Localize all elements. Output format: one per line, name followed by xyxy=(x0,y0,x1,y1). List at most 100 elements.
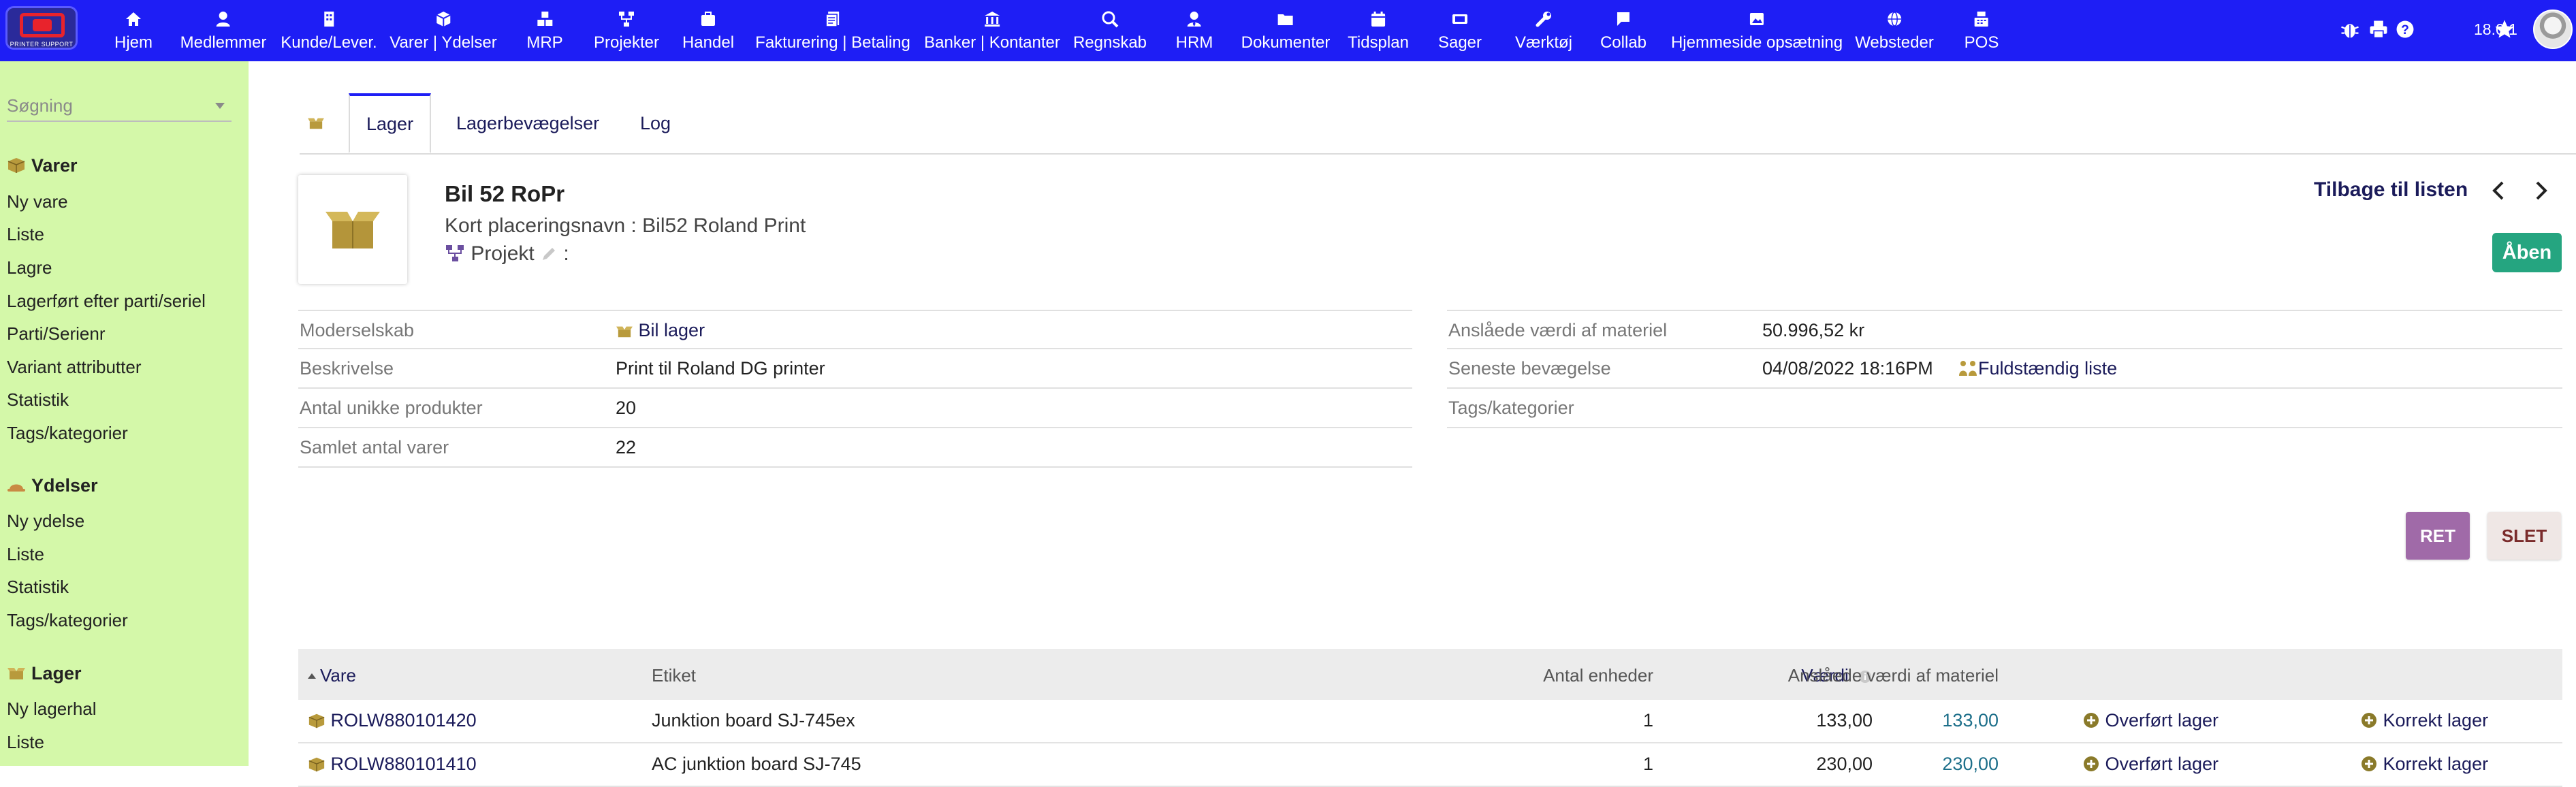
sidebar-item-new-warehouse[interactable]: Ny lagerhal xyxy=(7,698,97,720)
home-icon xyxy=(125,12,141,26)
sidebar-section-products[interactable]: Varer xyxy=(7,155,78,176)
sidebar-section-services[interactable]: Ydelser xyxy=(7,475,98,496)
menu-label: Sager xyxy=(1437,33,1482,52)
edit-button[interactable]: RET xyxy=(2406,512,2470,560)
field-label: Antal unikke produkter xyxy=(300,398,483,418)
sidebar-section-warehouse[interactable]: Lager xyxy=(7,663,82,684)
sidebar-item-variant-attributes[interactable]: Variant attributter xyxy=(7,357,142,378)
correct-stock-link[interactable]: Korrekt lager xyxy=(2360,754,2488,775)
menu-website-setup[interactable]: Hjemmeside opsætning xyxy=(1671,0,1843,61)
table-row: ROLW880101420 Junktion board SJ-745ex 1 … xyxy=(298,700,2562,743)
sidebar-item-stock-by-lot[interactable]: Lagerført efter parti/seriel xyxy=(7,291,206,312)
menu-products[interactable]: Varer | Ydelser xyxy=(389,0,497,61)
bug-icon[interactable] xyxy=(2338,18,2362,41)
menu-hrm[interactable]: HRM xyxy=(1176,0,1213,61)
menu-members[interactable]: Medlemmer xyxy=(180,0,266,61)
menu-home[interactable]: Hjem xyxy=(114,0,153,61)
tab-warehouse[interactable]: Lager xyxy=(349,93,432,153)
box-open-icon[interactable] xyxy=(306,116,325,131)
alias-label: Kort placeringsnavn : xyxy=(445,214,637,237)
menu-banks[interactable]: Banker | Kontanter xyxy=(924,0,1060,61)
column-header-product[interactable]: Vare xyxy=(308,665,356,686)
sidebar-item-warehouse-list[interactable]: Liste xyxy=(7,732,44,753)
help-icon[interactable]: ? xyxy=(2394,18,2417,41)
menu-commerce[interactable]: Handel xyxy=(682,0,734,61)
parent-warehouse-link[interactable]: Bil lager xyxy=(616,320,705,341)
column-header-label[interactable]: Etiket xyxy=(652,665,696,686)
section-title: Lager xyxy=(31,663,82,684)
menu-collab[interactable]: Collab xyxy=(1600,0,1647,61)
menu-pos[interactable]: POS xyxy=(1965,0,1999,61)
sidebar-item-product-list[interactable]: Liste xyxy=(7,224,44,245)
menu-tools[interactable]: Værktøj xyxy=(1515,0,1572,61)
action-text: Overført lager xyxy=(2105,754,2219,774)
column-header-estimated-value[interactable]: Anslåede værdi af materiel xyxy=(1788,665,1999,686)
sidebar-item-product-statistics[interactable]: Statistik xyxy=(7,389,69,411)
sidebar-item-service-tags[interactable]: Tags/kategorier xyxy=(7,610,128,631)
product-ref-link[interactable]: ROLW880101410 xyxy=(308,754,477,775)
field-row-parent: Moderselskab Bil lager xyxy=(298,310,1412,349)
sidebar-item-stocks[interactable]: Lagre xyxy=(7,257,52,278)
sidebar-item-new-product[interactable]: Ny vare xyxy=(7,191,68,212)
menu-label: HRM xyxy=(1175,33,1213,52)
correct-stock-link[interactable]: Korrekt lager xyxy=(2360,710,2488,731)
company-logo[interactable]: PRINTER SUPPORT xyxy=(5,6,78,50)
sidebar-item-service-list[interactable]: Liste xyxy=(7,544,44,565)
menu-documents[interactable]: Dokumenter xyxy=(1241,0,1331,61)
estimated-value-cell: 230,00 xyxy=(1942,754,1999,774)
menu-tickets[interactable]: Sager xyxy=(1438,0,1482,61)
menu-label: Varer | Ydelser xyxy=(389,33,497,52)
column-header-quantity[interactable]: Antal enheder xyxy=(1543,665,1653,686)
sidebar-item-product-tags[interactable]: Tags/kategorier xyxy=(7,423,128,444)
sidebar-search[interactable] xyxy=(7,93,232,122)
product-ref-link[interactable]: ROLW880101420 xyxy=(308,710,477,731)
field-value: 50.996,52 kr xyxy=(1762,320,1865,340)
chevron-left-icon[interactable] xyxy=(2489,178,2509,203)
print-icon[interactable] xyxy=(2367,18,2390,41)
section-title: Ydelser xyxy=(31,475,98,496)
label-cell: Junktion board SJ-745ex xyxy=(652,710,855,730)
transfer-stock-link[interactable]: Overført lager xyxy=(2082,710,2219,731)
pencil-icon[interactable] xyxy=(540,245,558,263)
user-avatar[interactable] xyxy=(2533,10,2573,49)
menu-billing[interactable]: Fakturering | Betaling xyxy=(755,0,910,61)
field-label: Seneste bevægelse xyxy=(1448,358,1611,379)
menu-mrp[interactable]: MRP xyxy=(526,0,563,61)
action-text: Korrekt lager xyxy=(2383,710,2489,730)
action-text: Overført lager xyxy=(2105,710,2219,730)
bank-icon xyxy=(985,12,1000,27)
delete-button[interactable]: SLET xyxy=(2487,512,2561,560)
sidebar-item-lot-serial[interactable]: Parti/Serienr xyxy=(7,323,106,344)
full-list-link[interactable]: Fuldstændig liste xyxy=(1958,358,2117,379)
sidebar-item-new-service[interactable]: Ny ydelse xyxy=(7,511,84,532)
bookmark-star-icon[interactable] xyxy=(2493,18,2516,41)
folder-icon xyxy=(1277,14,1293,25)
warehouse-picture xyxy=(298,175,407,284)
menu-label: Dokumenter xyxy=(1241,33,1331,52)
menu-schedule[interactable]: Tidsplan xyxy=(1348,0,1409,61)
menu-accounting[interactable]: Regnskab xyxy=(1073,0,1147,61)
menu-projects[interactable]: Projekter xyxy=(594,0,659,61)
action-text: Korrekt lager xyxy=(2383,754,2489,774)
menu-customers[interactable]: Kunde/Lever. xyxy=(281,0,377,61)
chevron-right-icon[interactable] xyxy=(2530,178,2551,203)
sidebar-item-service-statistics[interactable]: Statistik xyxy=(7,577,69,598)
menu-label: Tidsplan xyxy=(1348,33,1409,52)
menu-label: Hjemmeside opsætning xyxy=(1670,33,1843,52)
tab-stock-movements[interactable]: Lagerbevægelser xyxy=(456,93,599,153)
tab-log[interactable]: Log xyxy=(640,93,671,153)
search-input[interactable] xyxy=(7,93,211,118)
field-value: Bil lager xyxy=(638,320,705,340)
quantity-cell: 1 xyxy=(1642,710,1653,730)
transfer-stock-link[interactable]: Overført lager xyxy=(2082,754,2219,775)
box-open-icon xyxy=(7,668,25,679)
table-header: Vare Etiket Antal enheder Værdi Anslåede… xyxy=(298,649,2562,701)
back-to-list-link[interactable]: Tilbage til listen xyxy=(2314,178,2468,202)
briefcase-icon xyxy=(701,12,715,26)
field-row-estimated-value: Anslåede værdi af materiel 50.996,52 kr xyxy=(1447,310,2562,349)
chevron-down-icon[interactable] xyxy=(215,103,225,109)
cube-icon xyxy=(7,158,25,173)
ref-text: ROLW880101420 xyxy=(330,710,477,730)
page-title: Bil 52 RoPr xyxy=(445,181,565,206)
menu-websites[interactable]: Websteder xyxy=(1855,0,1934,61)
